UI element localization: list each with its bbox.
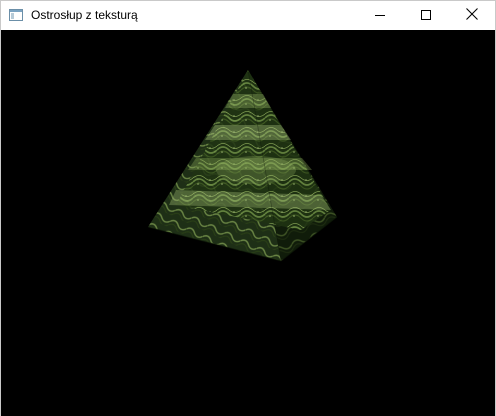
window-title: Ostrosłup z teksturą — [31, 8, 138, 22]
maximize-button[interactable] — [403, 1, 449, 30]
opengl-canvas[interactable] — [1, 30, 495, 416]
minimize-button[interactable] — [357, 1, 403, 30]
window-app-icon[interactable] — [9, 8, 23, 22]
maximize-icon — [421, 7, 431, 25]
pyramid-scene — [147, 69, 338, 262]
minimize-icon — [375, 7, 385, 25]
close-icon — [466, 7, 478, 25]
application-window: Ostrosłup z teksturą — [0, 0, 496, 416]
title-bar[interactable]: Ostrosłup z teksturą — [1, 1, 495, 30]
close-button[interactable] — [449, 1, 495, 30]
